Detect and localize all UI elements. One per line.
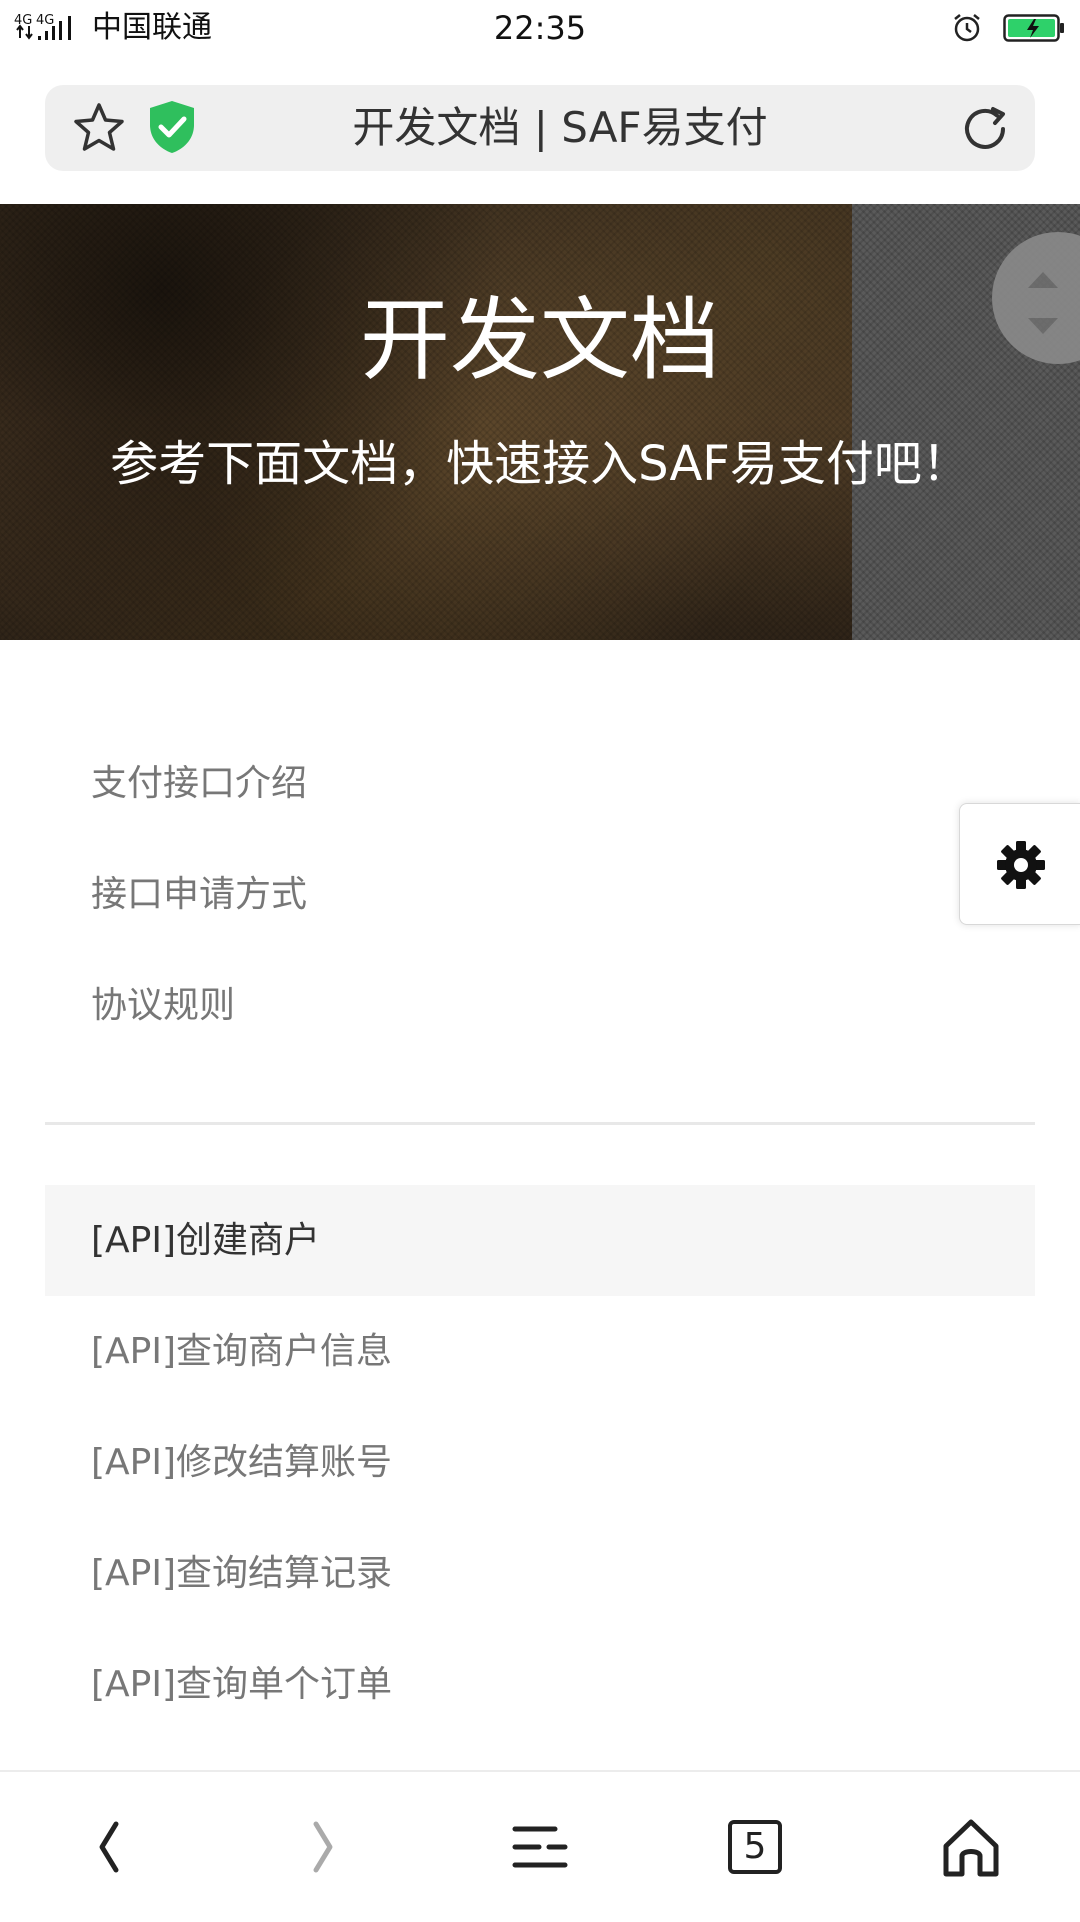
menu-icon[interactable] xyxy=(505,1812,575,1882)
scroll-up-icon[interactable] xyxy=(1028,272,1058,288)
refresh-icon[interactable] xyxy=(957,101,1013,157)
settings-button[interactable] xyxy=(959,803,1080,925)
hero-subtitle: 参考下面文档，快速接入SAF易支付吧！ xyxy=(110,436,970,492)
home-icon[interactable] xyxy=(936,1812,1006,1882)
alarm-icon xyxy=(954,14,980,42)
clock-time: 22:35 xyxy=(493,9,587,47)
address-bar[interactable]: 开发文档 | SAF易支付 xyxy=(45,85,1035,171)
nav-item-api-modify-settlement[interactable]: [API]修改结算账号 xyxy=(45,1407,1035,1518)
section-divider xyxy=(45,1122,1035,1125)
bookmark-star-icon[interactable] xyxy=(71,100,127,156)
status-bar: 4G 4G 中国联通 22:35 xyxy=(0,0,1080,58)
nav-item-payment-intro[interactable]: 支付接口介绍 xyxy=(45,728,1035,839)
gear-icon[interactable] xyxy=(996,840,1046,890)
security-shield-icon[interactable] xyxy=(147,99,197,155)
tabs-button[interactable]: 5 xyxy=(720,1812,790,1882)
page-title[interactable]: 开发文档 | SAF易支付 xyxy=(205,85,915,171)
bottom-toolbar: 5 xyxy=(0,1770,1080,1922)
nav-item-api-query-settlement[interactable]: [API]查询结算记录 xyxy=(45,1518,1035,1629)
back-icon[interactable] xyxy=(74,1812,144,1882)
api-nav-list: [API]创建商户 [API]查询商户信息 [API]修改结算账号 [API]查… xyxy=(45,1185,1035,1740)
nav-item-api-query-order[interactable]: [API]查询单个订单 xyxy=(45,1629,1035,1740)
battery-icon xyxy=(1003,14,1064,42)
nav-item-protocol-rules[interactable]: 协议规则 xyxy=(45,950,1035,1061)
hero-title: 开发文档 xyxy=(360,288,720,393)
hero-banner: 开发文档 参考下面文档，快速接入SAF易支付吧！ xyxy=(0,204,1080,640)
nav-item-api-application[interactable]: 接口申请方式 xyxy=(45,839,1035,950)
tabs-count[interactable]: 5 xyxy=(728,1820,782,1874)
nav-item-api-create-merchant[interactable]: [API]创建商户 xyxy=(45,1185,1035,1296)
scroll-down-icon[interactable] xyxy=(1028,318,1058,334)
doc-nav-list: 支付接口介绍 接口申请方式 协议规则 xyxy=(45,728,1035,1061)
forward-icon[interactable] xyxy=(288,1812,358,1882)
nav-item-api-query-merchant[interactable]: [API]查询商户信息 xyxy=(45,1296,1035,1407)
